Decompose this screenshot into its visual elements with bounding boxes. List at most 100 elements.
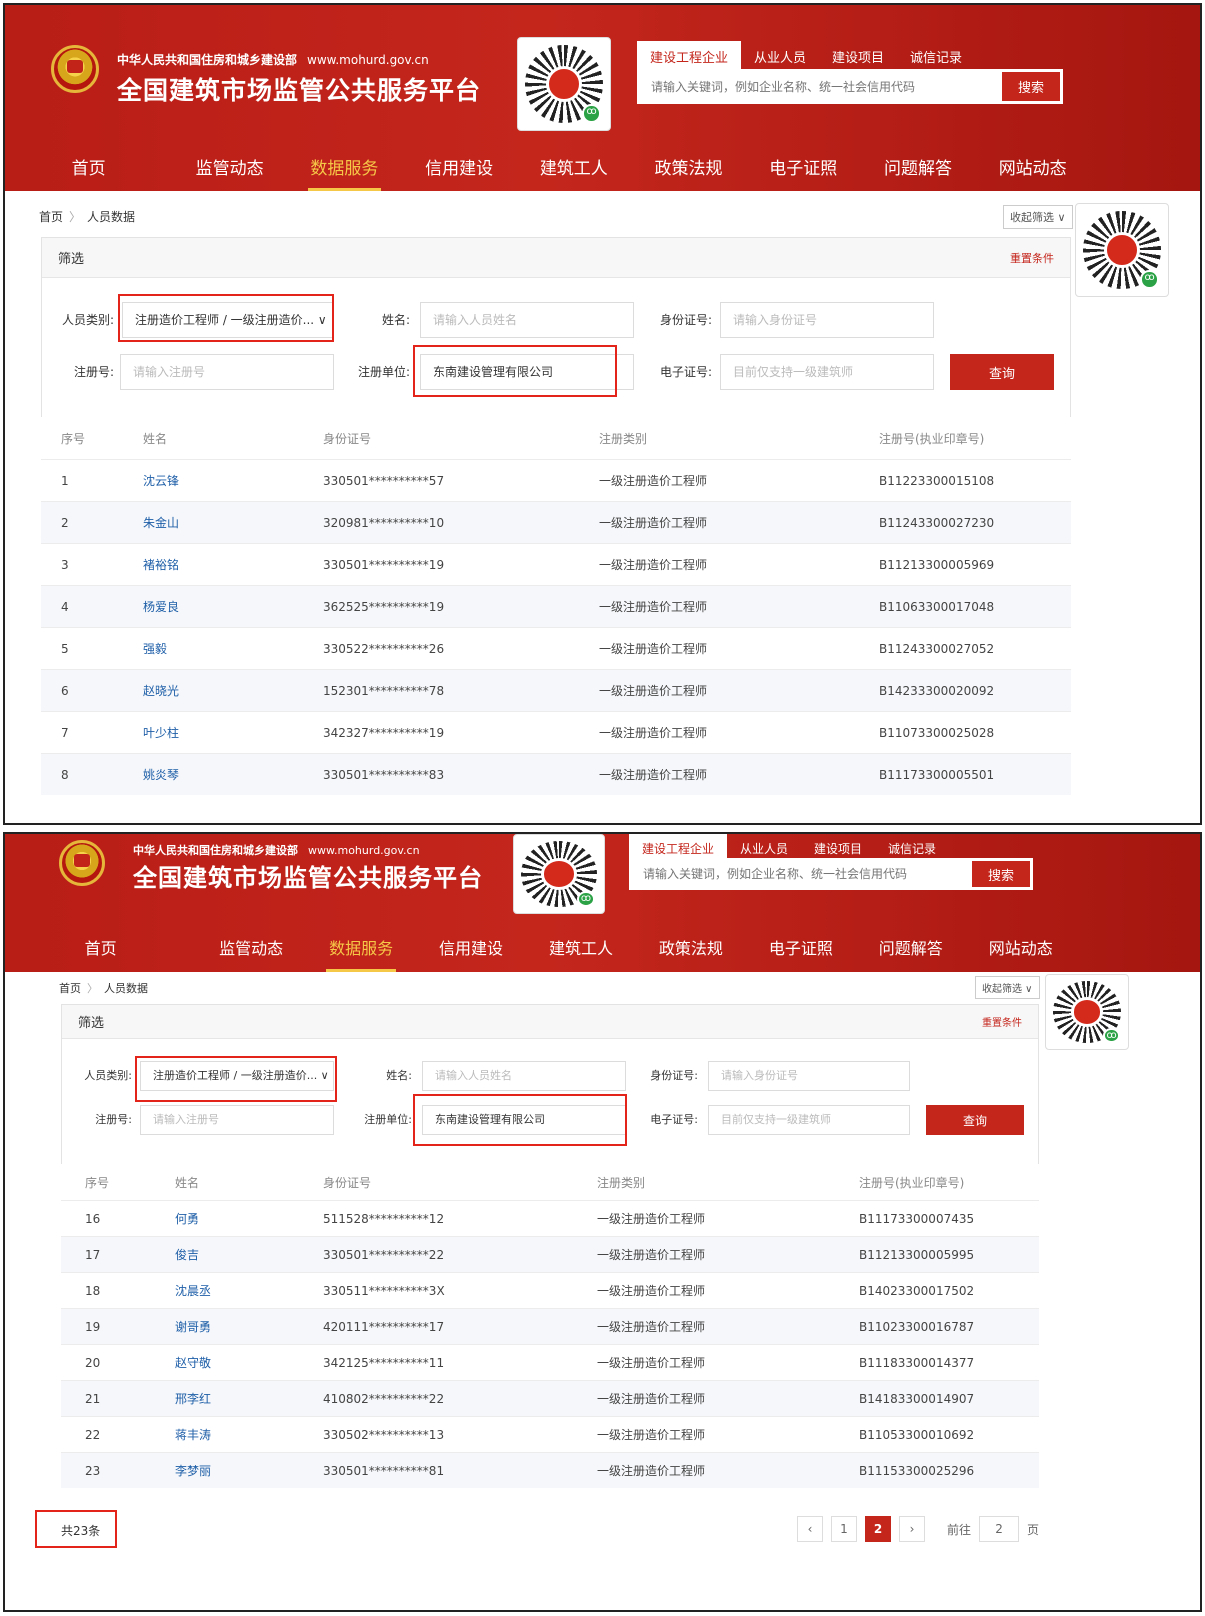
search-button[interactable]: 搜索 bbox=[972, 861, 1030, 887]
search-button[interactable]: 搜索 bbox=[1002, 72, 1060, 101]
reset-filter-link[interactable]: 重置条件 bbox=[982, 1014, 1022, 1029]
registration-number: B11173300005501 bbox=[879, 767, 995, 782]
collapse-filter-button[interactable]: 收起筛选 ∨ bbox=[975, 976, 1040, 999]
regno-input[interactable]: 请输入注册号 bbox=[140, 1105, 334, 1135]
query-button[interactable]: 查询 bbox=[950, 354, 1054, 390]
nav-policy[interactable]: 政策法规 bbox=[636, 922, 746, 972]
table-header: 序号 姓名 身份证号 注册类别 注册号(执业印章号) bbox=[41, 417, 1071, 459]
collapse-filter-button[interactable]: 收起筛选 ∨ bbox=[1003, 205, 1073, 229]
unit-label: 注册单位: bbox=[357, 365, 410, 379]
next-page-button[interactable]: › bbox=[899, 1516, 925, 1542]
person-name-link[interactable]: 赵晓光 bbox=[143, 682, 179, 699]
table-row: 20 赵守敬 342125**********11 一级注册造价工程师 B1118330… bbox=[61, 1344, 1039, 1380]
id-input[interactable]: 请输入身份证号 bbox=[708, 1061, 910, 1091]
page-1-button[interactable]: 1 bbox=[831, 1516, 857, 1542]
registration-number: B11073300025028 bbox=[879, 725, 995, 740]
cert-input[interactable]: 目前仅支持一级建筑师 bbox=[720, 354, 934, 390]
nav-faq[interactable]: 问题解答 bbox=[856, 922, 966, 972]
person-name-link[interactable]: 蒋丰涛 bbox=[175, 1426, 211, 1443]
breadcrumb: 首页〉人员数据 bbox=[39, 208, 135, 225]
person-name-link[interactable]: 邢李红 bbox=[175, 1390, 211, 1407]
registration-category: 一级注册造价工程师 bbox=[599, 474, 708, 488]
nav-credit[interactable]: 信用建设 bbox=[416, 922, 526, 972]
search-box: 搜索 bbox=[629, 858, 1033, 890]
nav-workers[interactable]: 建筑工人 bbox=[516, 141, 631, 191]
goto-page-input[interactable]: 2 bbox=[979, 1516, 1020, 1542]
person-name-link[interactable]: 何勇 bbox=[175, 1210, 199, 1227]
nav-e-cert[interactable]: 电子证照 bbox=[746, 922, 856, 972]
nav-data-service[interactable]: 数据服务 bbox=[287, 141, 402, 191]
person-name-link[interactable]: 李梦丽 bbox=[175, 1462, 211, 1479]
id-number: 152301**********78 bbox=[323, 683, 445, 698]
table-row: 23 李梦丽 330501**********81 一级注册造价工程师 B1115330… bbox=[61, 1452, 1039, 1488]
person-name-link[interactable]: 褚裕铭 bbox=[143, 556, 179, 573]
reset-filter-link[interactable]: 重置条件 bbox=[1010, 250, 1054, 266]
search-tab-company[interactable]: 建设工程企业 bbox=[637, 41, 742, 72]
id-input[interactable]: 请输入身份证号 bbox=[720, 302, 934, 338]
registration-category: 一级注册造价工程师 bbox=[599, 516, 708, 530]
nav-credit[interactable]: 信用建设 bbox=[402, 141, 517, 191]
registration-number: B11063300017048 bbox=[879, 599, 995, 614]
name-input[interactable]: 请输入人员姓名 bbox=[420, 302, 634, 338]
search-tab-project[interactable]: 建设项目 bbox=[819, 41, 897, 72]
nav-site-news[interactable]: 网站动态 bbox=[975, 141, 1090, 191]
row-index: 22 bbox=[85, 1427, 101, 1442]
page-2-button[interactable]: 2 bbox=[865, 1516, 891, 1542]
breadcrumb-home[interactable]: 首页 bbox=[39, 210, 63, 224]
id-number: 342125**********11 bbox=[323, 1355, 445, 1370]
nav-data-service[interactable]: 数据服务 bbox=[306, 922, 416, 972]
person-name-link[interactable]: 谢哥勇 bbox=[175, 1318, 211, 1335]
query-button[interactable]: 查询 bbox=[926, 1105, 1024, 1135]
nav-policy[interactable]: 政策法规 bbox=[631, 141, 746, 191]
search-input[interactable] bbox=[637, 69, 999, 104]
id-number: 330501**********81 bbox=[323, 1463, 445, 1478]
nav-home[interactable]: 首页 bbox=[5, 141, 172, 191]
person-name-link[interactable]: 俊吉 bbox=[175, 1246, 199, 1263]
name-input[interactable]: 请输入人员姓名 bbox=[422, 1061, 626, 1091]
ministry-text: 中华人民共和国住房和城乡建设部 bbox=[117, 53, 298, 67]
registration-category: 一级注册造价工程师 bbox=[599, 600, 708, 614]
id-number: 320981**********10 bbox=[323, 515, 445, 530]
mini-program-qr-icon: ꝏ bbox=[513, 834, 605, 914]
platform-title[interactable]: 全国建筑市场监管公共服务平台 bbox=[117, 71, 481, 107]
name-label: 姓名: bbox=[386, 1069, 412, 1082]
id-number: 362525**********19 bbox=[323, 599, 445, 614]
registration-category: 一级注册造价工程师 bbox=[597, 1392, 706, 1406]
nav-faq[interactable]: 问题解答 bbox=[861, 141, 976, 191]
registration-category: 一级注册造价工程师 bbox=[597, 1212, 706, 1226]
breadcrumb-home[interactable]: 首页 bbox=[59, 982, 81, 995]
nav-home[interactable]: 首页 bbox=[5, 922, 196, 972]
side-qr-icon: ꝏ bbox=[1075, 203, 1169, 297]
cert-input[interactable]: 目前仅支持一级建筑师 bbox=[708, 1105, 910, 1135]
platform-title[interactable]: 全国建筑市场监管公共服务平台 bbox=[133, 858, 483, 893]
ministry-name: 中华人民共和国住房和城乡建设部 www.mohurd.gov.cn bbox=[117, 51, 429, 68]
search-input[interactable] bbox=[629, 858, 969, 890]
prev-page-button[interactable]: ‹ bbox=[797, 1516, 823, 1542]
registration-category: 一级注册造价工程师 bbox=[599, 642, 708, 656]
person-name-link[interactable]: 沈云锋 bbox=[143, 472, 179, 489]
person-name-link[interactable]: 赵守敬 bbox=[175, 1354, 211, 1371]
person-name-link[interactable]: 朱金山 bbox=[143, 514, 179, 531]
id-number: 330501**********19 bbox=[323, 557, 445, 572]
person-name-link[interactable]: 强毅 bbox=[143, 640, 167, 657]
column-header: 序号 bbox=[61, 431, 86, 446]
ministry-url[interactable]: www.mohurd.gov.cn bbox=[307, 53, 429, 67]
nav-supervision[interactable]: 监管动态 bbox=[196, 922, 306, 972]
search-tab-personnel[interactable]: 从业人员 bbox=[741, 41, 819, 72]
ministry-url[interactable]: www.mohurd.gov.cn bbox=[308, 844, 420, 857]
person-name-link[interactable]: 沈晨丞 bbox=[175, 1282, 211, 1299]
nav-site-news[interactable]: 网站动态 bbox=[966, 922, 1076, 972]
table-row: 4 杨爱良 362525**********19 一级注册造价工程师 B11063300… bbox=[41, 585, 1071, 627]
person-name-link[interactable]: 姚炎琴 bbox=[143, 766, 179, 783]
column-header: 姓名 bbox=[175, 1175, 200, 1190]
search-tab-credit[interactable]: 诚信记录 bbox=[897, 41, 975, 72]
id-number: 330522**********26 bbox=[323, 641, 445, 656]
nav-workers[interactable]: 建筑工人 bbox=[526, 922, 636, 972]
nav-e-cert[interactable]: 电子证照 bbox=[746, 141, 861, 191]
nav-supervision[interactable]: 监管动态 bbox=[172, 141, 287, 191]
breadcrumb: 首页〉人员数据 bbox=[59, 980, 148, 996]
person-name-link[interactable]: 杨爱良 bbox=[143, 598, 179, 615]
row-index: 23 bbox=[85, 1463, 101, 1478]
regno-input[interactable]: 请输入注册号 bbox=[120, 354, 334, 390]
person-name-link[interactable]: 叶少柱 bbox=[143, 724, 179, 741]
